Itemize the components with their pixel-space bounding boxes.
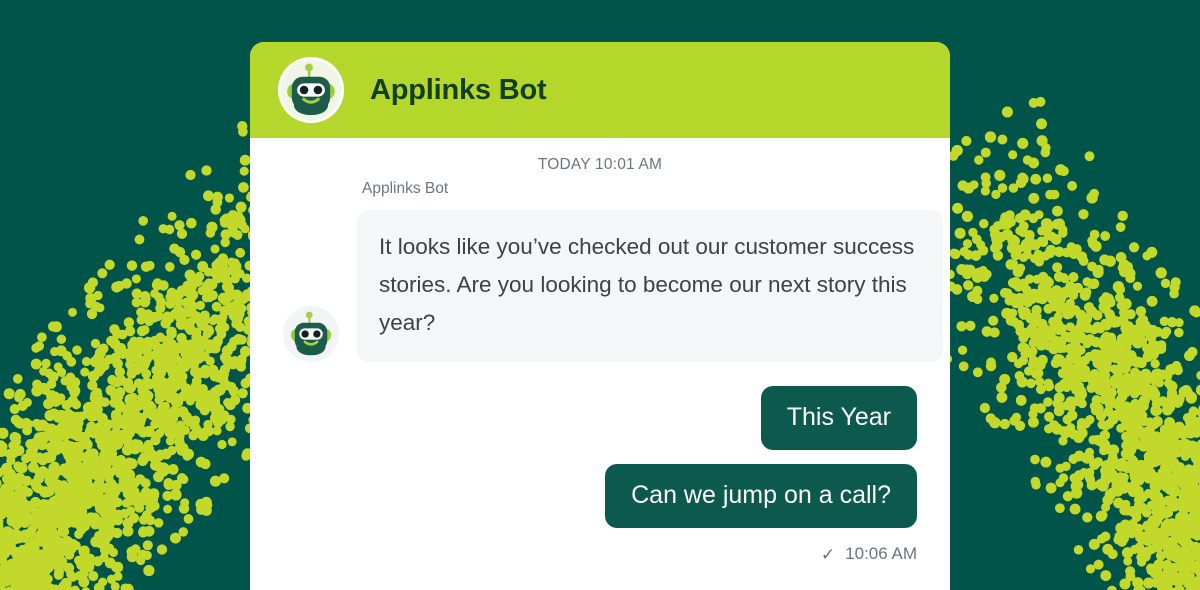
user-message-row: This Year	[250, 386, 950, 450]
page-title: Applinks Bot	[370, 73, 547, 106]
user-message-bubble[interactable]: This Year	[760, 386, 917, 450]
check-icon: ✓	[820, 544, 836, 564]
chat-message-list: TODAY 10:01 AM Applinks Bot It looks lik…	[250, 138, 950, 590]
user-message-bubble[interactable]: Can we jump on a call?	[605, 464, 917, 528]
message-sender-name: Applinks Bot	[362, 180, 449, 197]
user-message-row: Can we jump on a call?	[250, 464, 950, 528]
robot-avatar-icon	[283, 306, 339, 362]
bot-message-row: It looks like you’ve checked out our cus…	[283, 210, 950, 362]
day-timestamp: TODAY 10:01 AM	[537, 156, 663, 173]
message-timestamp: 10:06 AM	[845, 544, 917, 563]
bot-message-bubble: It looks like you’ve checked out our cus…	[357, 210, 943, 362]
chat-header: Applinks Bot	[250, 42, 950, 138]
robot-avatar-icon	[278, 57, 344, 123]
chat-window: Applinks Bot TODAY 10:01 AM Applinks Bot…	[250, 42, 950, 590]
message-receipt: ✓ 10:06 AM	[250, 544, 950, 564]
